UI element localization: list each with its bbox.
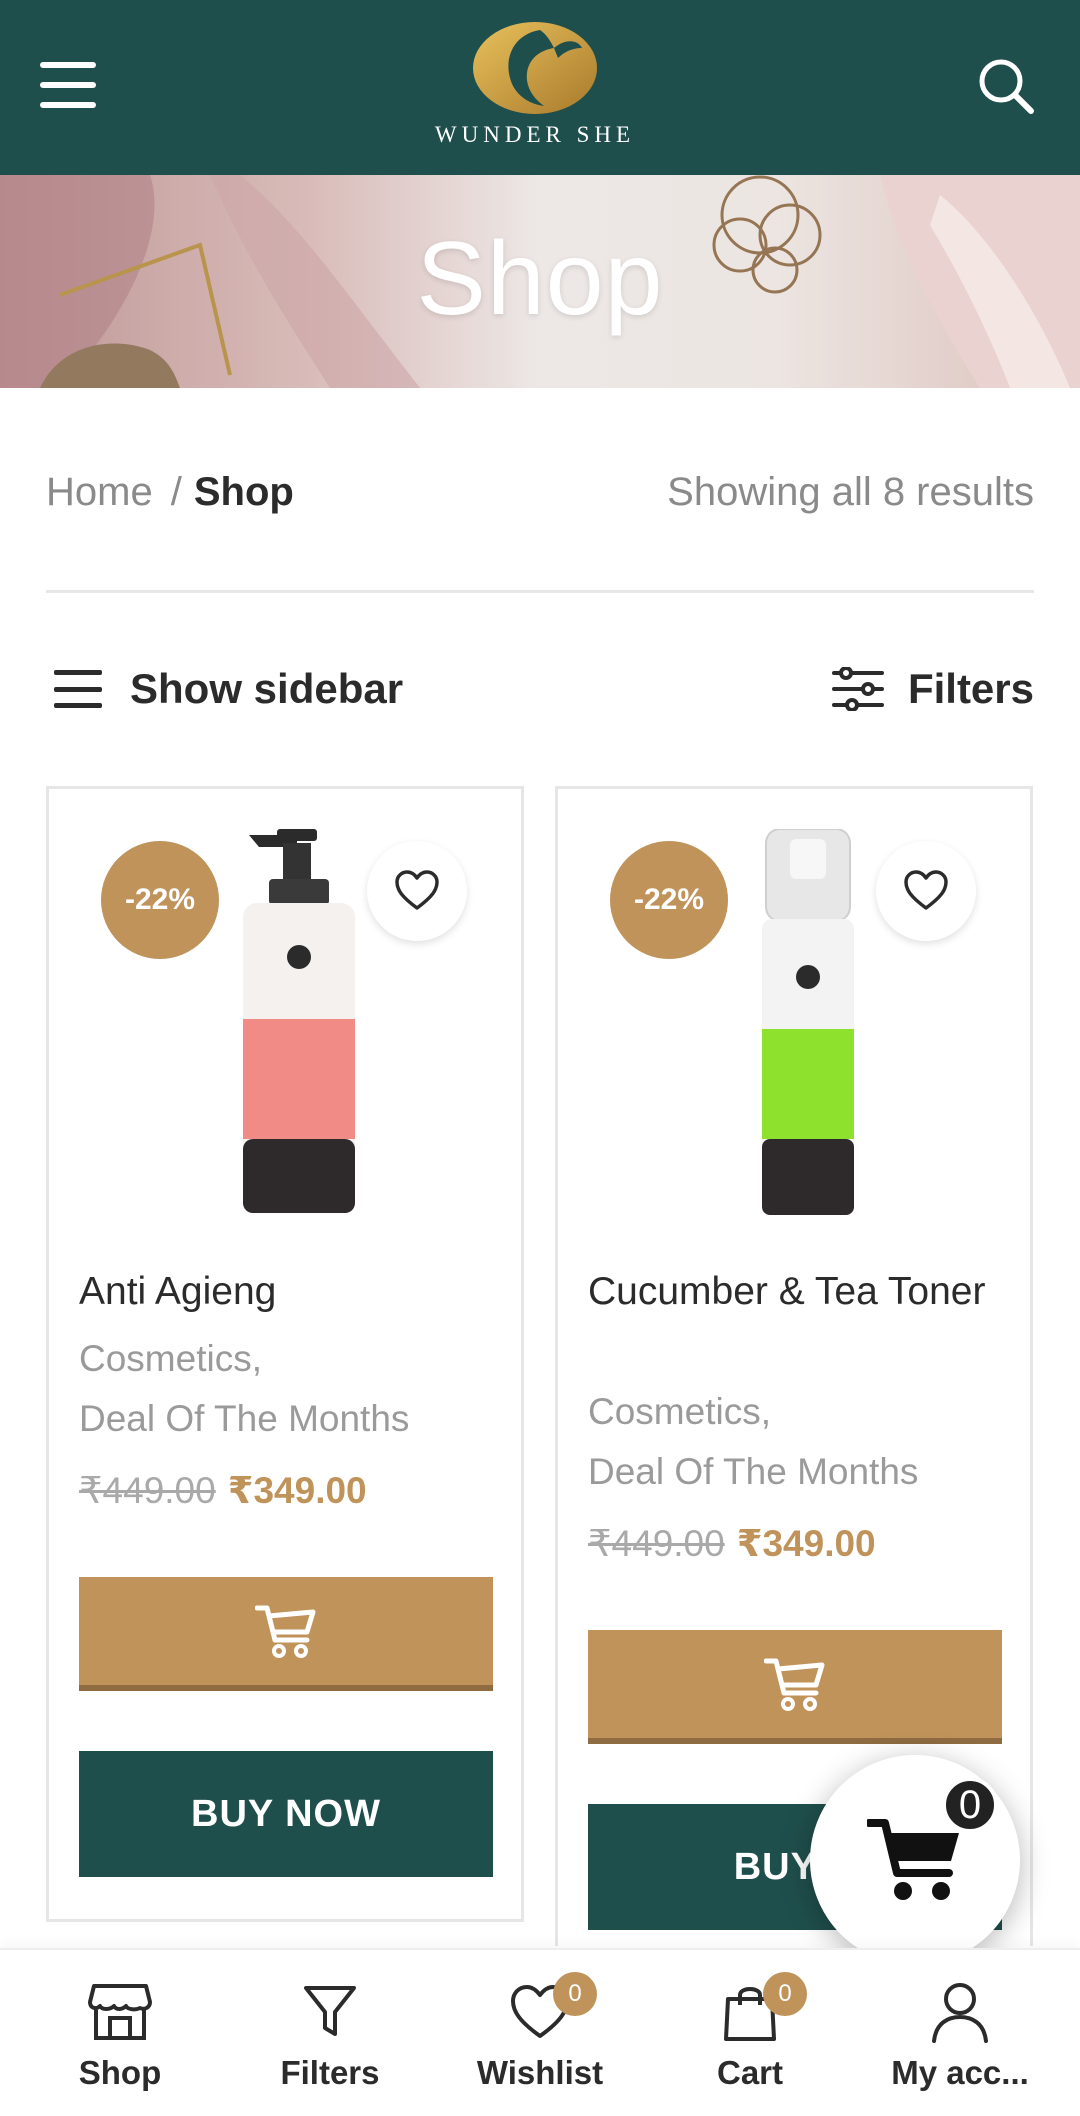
- add-to-cart-button[interactable]: [588, 1630, 1002, 1744]
- product-categories: Cosmetics, Deal Of The Months: [588, 1382, 1008, 1502]
- cart-icon: [255, 1605, 316, 1658]
- old-price: ₹449.00: [79, 1470, 216, 1511]
- site-header: WUNDER SHE: [0, 0, 1080, 175]
- product-title[interactable]: Cucumber & Tea Toner: [588, 1265, 1008, 1318]
- buy-now-button[interactable]: BUY NOW: [79, 1751, 493, 1877]
- results-count: Showing all 8 results: [667, 470, 1034, 514]
- heart-icon: [904, 870, 948, 910]
- sale-price: ₹349.00: [736, 1523, 876, 1564]
- user-icon: [932, 1983, 988, 2043]
- site-logo[interactable]: WUNDER SHE: [400, 18, 670, 158]
- shopping-cart-icon: [867, 1819, 959, 1900]
- nav-label: My acc...: [891, 2054, 1029, 2091]
- cart-count-badge: 0: [763, 1972, 807, 2016]
- wishlist-button[interactable]: [876, 841, 976, 941]
- category-link[interactable]: Deal Of The Months: [79, 1389, 499, 1449]
- nav-label: Wishlist: [476, 2054, 604, 2091]
- nav-my-account[interactable]: My acc...: [855, 1978, 1065, 2092]
- page-title: Shop: [416, 221, 664, 337]
- cart-count-badge: 0: [942, 1777, 998, 1833]
- cart-icon: [764, 1658, 825, 1711]
- breadcrumb-separator: /: [170, 470, 182, 514]
- filters-label: Filters: [907, 665, 1034, 712]
- show-sidebar-label: Show sidebar: [130, 665, 404, 712]
- sale-price: ₹349.00: [227, 1470, 367, 1511]
- filter-icon: [304, 1986, 356, 2036]
- hamburger-menu-icon[interactable]: [40, 62, 96, 108]
- product-image[interactable]: [219, 829, 379, 1219]
- sidebar-menu-icon: [54, 670, 102, 708]
- divider: [46, 590, 1034, 593]
- old-price: ₹449.00: [588, 1523, 725, 1564]
- nav-label: Filters: [280, 2054, 380, 2091]
- category-link[interactable]: Cosmetics,: [588, 1382, 1008, 1442]
- wishlist-button[interactable]: [367, 841, 467, 941]
- nav-label: Cart: [716, 2054, 784, 2091]
- product-label-color: [762, 1029, 854, 1139]
- nav-cart[interactable]: 0 Cart: [645, 1972, 855, 2092]
- category-link[interactable]: Deal Of The Months: [588, 1442, 1008, 1502]
- product-card[interactable]: -22% Anti Agieng Cosmetics, Deal Of The …: [46, 786, 524, 1922]
- logo-emblem-icon: [473, 22, 597, 114]
- show-sidebar-button[interactable]: Show sidebar: [54, 663, 403, 715]
- add-to-cart-button[interactable]: [79, 1577, 493, 1691]
- nav-shop[interactable]: Shop: [15, 1978, 225, 2092]
- filters-button[interactable]: Filters: [831, 663, 1034, 715]
- nav-label: Shop: [78, 2054, 162, 2091]
- nav-wishlist[interactable]: 0 Wishlist: [435, 1972, 645, 2092]
- breadcrumb: Home / Shop: [46, 470, 294, 515]
- product-price: ₹449.00 ₹349.00: [79, 1469, 367, 1512]
- product-title[interactable]: Anti Agieng: [79, 1265, 499, 1318]
- product-image[interactable]: [728, 829, 888, 1219]
- product-price: ₹449.00 ₹349.00: [588, 1522, 876, 1565]
- heart-icon: [395, 870, 439, 910]
- category-link[interactable]: Cosmetics,: [79, 1329, 499, 1389]
- wishlist-count-badge: 0: [553, 1972, 597, 2016]
- sliders-icon: [831, 667, 884, 711]
- breadcrumb-home-link[interactable]: Home: [46, 470, 153, 514]
- product-label-color: [243, 1019, 355, 1139]
- floating-cart-button[interactable]: 0: [810, 1755, 1020, 1965]
- discount-badge: -22%: [610, 841, 728, 959]
- store-icon: [88, 1984, 152, 2040]
- logo-text: WUNDER SHE: [434, 122, 636, 147]
- discount-badge: -22%: [101, 841, 219, 959]
- bottom-navigation: Shop Filters 0 Wishlist 0 Cart My acc...: [0, 1948, 1080, 2116]
- nav-filters[interactable]: Filters: [225, 1978, 435, 2092]
- hero-banner: Shop: [0, 175, 1080, 388]
- product-categories: Cosmetics, Deal Of The Months: [79, 1329, 499, 1449]
- search-icon[interactable]: [975, 55, 1037, 117]
- breadcrumb-current: Shop: [193, 470, 294, 514]
